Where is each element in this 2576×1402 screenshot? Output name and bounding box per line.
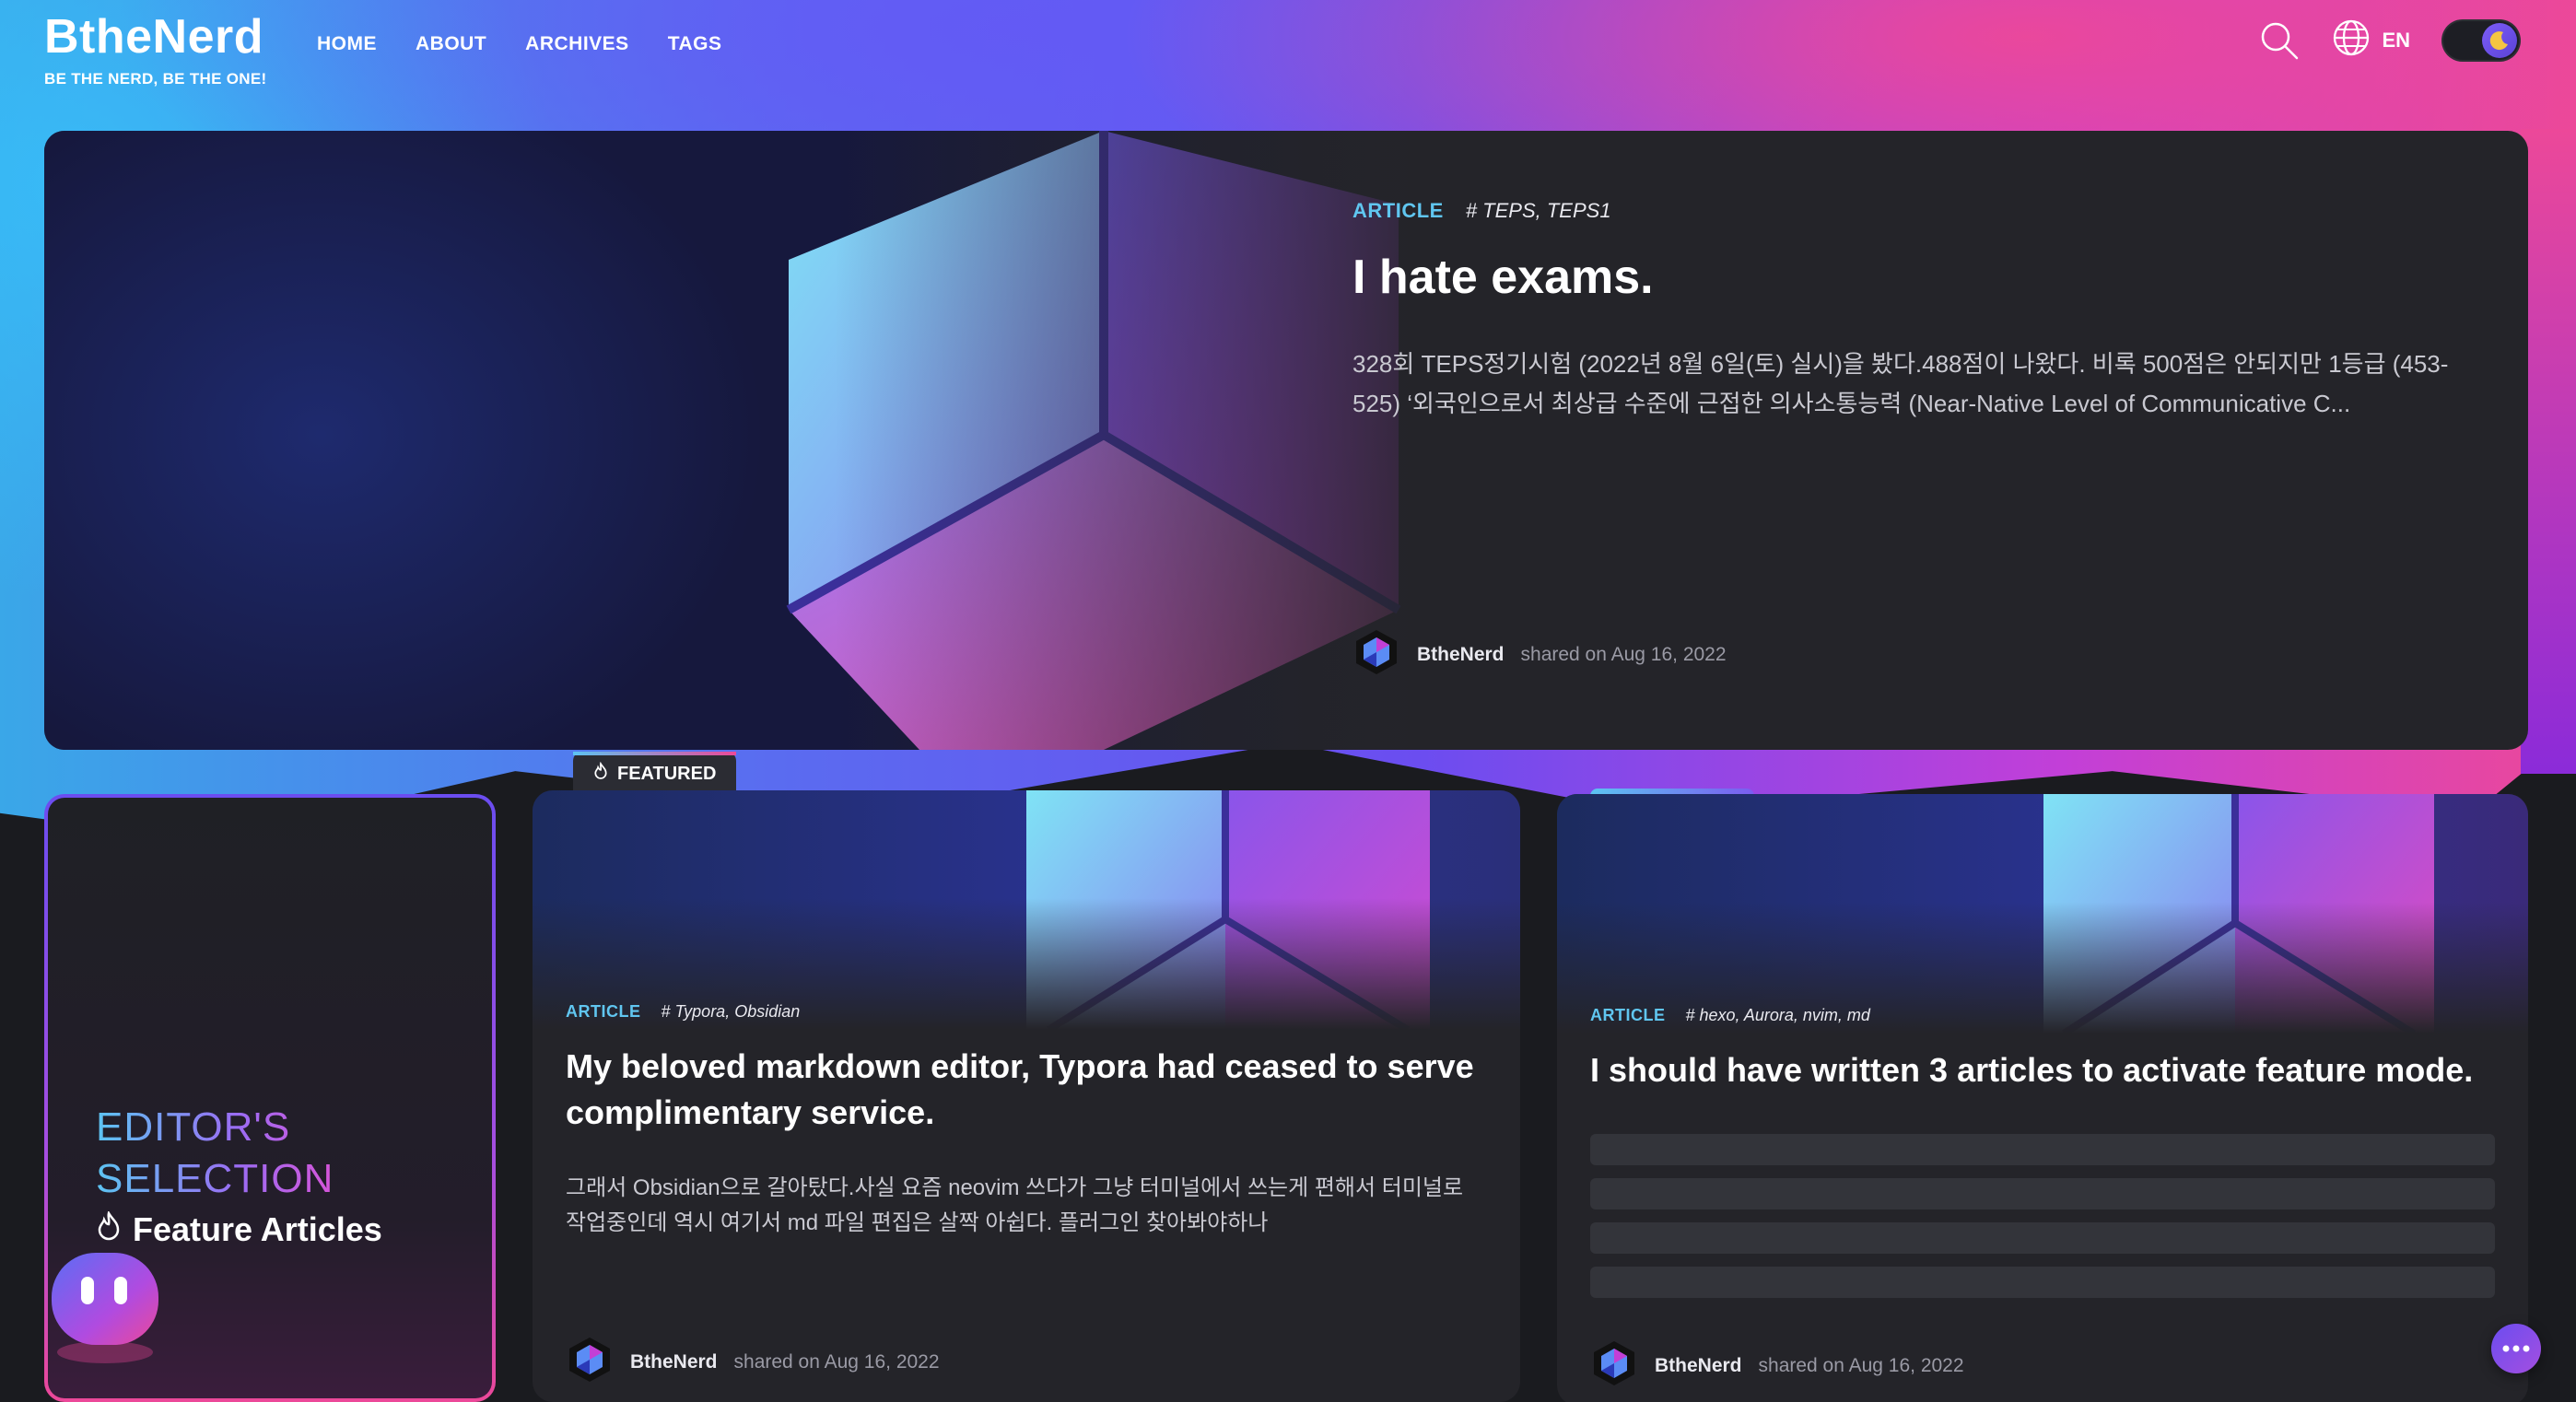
card-tags[interactable]: # Typora, Obsidian [662,1002,801,1022]
article-card[interactable]: ARTICLE # Typora, Obsidian My beloved ma… [533,790,1520,1402]
editors-selection-panel: EDITOR'S SELECTION Feature Articles [44,794,496,1402]
card-title[interactable]: I should have written 3 articles to acti… [1590,1047,2495,1093]
card-type-link[interactable]: ARTICLE [566,1002,641,1022]
globe-icon [2332,18,2371,63]
card-author: BtheNerd shared on Aug 16, 2022 [1590,1339,1964,1393]
card-excerpt: 그래서 Obsidian으로 갈아탔다.사실 요즘 neovim 쓰다가 그냥 … [566,1175,1464,1235]
shared-date: shared on Aug 16, 2022 [733,1351,940,1373]
card-meta: ARTICLE # Typora, Obsidian [566,1002,1487,1022]
featured-badge: FEATURED [573,752,737,792]
nav-archives[interactable]: ARCHIVES [525,33,629,55]
language-label: EN [2382,29,2410,52]
card-type-link[interactable]: ARTICLE [1590,1006,1666,1025]
author-name[interactable]: BtheNerd [1655,1355,1742,1377]
hero-article-card[interactable]: ARTICLE # TEPS, TEPS1 I hate exams. 328회… [44,131,2528,750]
nav-about[interactable]: ABOUT [416,33,486,55]
fire-icon [96,1209,122,1249]
search-icon[interactable] [2258,19,2301,62]
fire-icon [593,761,608,786]
card-tags[interactable]: # hexo, Aurora, nvim, md [1686,1006,1870,1025]
site-subtitle: BE THE NERD, BE THE ONE! [44,70,267,88]
more-options-button[interactable] [2491,1324,2541,1373]
hero-meta: ARTICLE # TEPS, TEPS1 [1352,199,2476,223]
language-switcher[interactable]: EN [2332,18,2410,63]
editors-selection-title: EDITOR'S SELECTION [96,1102,334,1205]
shared-date: shared on Aug 16, 2022 [1758,1355,1964,1376]
author-avatar-icon[interactable] [1352,628,1400,682]
author-name[interactable]: BtheNerd [630,1351,718,1373]
author-avatar-icon[interactable] [1590,1339,1638,1393]
author-name[interactable]: BtheNerd [1417,644,1505,666]
moon-icon [2482,23,2517,58]
site-title[interactable]: BtheNerd [44,9,266,64]
hero-author: BtheNerd shared on Aug 16, 2022 [1352,628,1727,682]
header-tools: EN [2258,18,2521,63]
card-title[interactable]: My beloved markdown editor, Typora had c… [566,1044,1487,1136]
hero-title[interactable]: I hate exams. [1352,249,2476,306]
author-avatar-icon[interactable] [566,1336,614,1389]
card-meta: ARTICLE # hexo, Aurora, nvim, md [1590,1006,2495,1025]
nav-tags[interactable]: TAGS [668,33,722,55]
excerpt-skeleton-placeholder [1590,1134,2495,1298]
nav-home[interactable]: HOME [317,33,377,55]
theme-toggle[interactable] [2441,19,2521,62]
hero-cover-image [44,131,1481,750]
hero-tags[interactable]: # TEPS, TEPS1 [1466,199,1611,223]
article-card[interactable]: ARTICLE # hexo, Aurora, nvim, md I shoul… [1557,794,2528,1402]
main-nav: HOME ABOUT ARCHIVES TAGS [317,33,721,55]
bot-mascot-icon[interactable] [48,1249,168,1363]
shared-date: shared on Aug 16, 2022 [1520,644,1727,665]
hero-excerpt: 328회 TEPS정기시험 (2022년 8월 6일(토) 실시)을 봤다.48… [1352,350,2449,417]
right-gradient-strip [2521,129,2576,774]
card-author: BtheNerd shared on Aug 16, 2022 [566,1336,940,1389]
feature-articles-label: Feature Articles [96,1209,382,1249]
article-cover-image [1557,794,2528,1037]
site-header: BtheNerd BE THE NERD, BE THE ONE! HOME A… [0,0,2576,101]
brand[interactable]: BtheNerd BE THE NERD, BE THE ONE! [44,9,266,88]
ellipsis-icon [2502,1340,2530,1357]
article-cover-image [533,790,1520,1034]
hero-type-link[interactable]: ARTICLE [1352,199,1444,223]
hero-content: ARTICLE # TEPS, TEPS1 I hate exams. 328회… [1352,199,2476,424]
